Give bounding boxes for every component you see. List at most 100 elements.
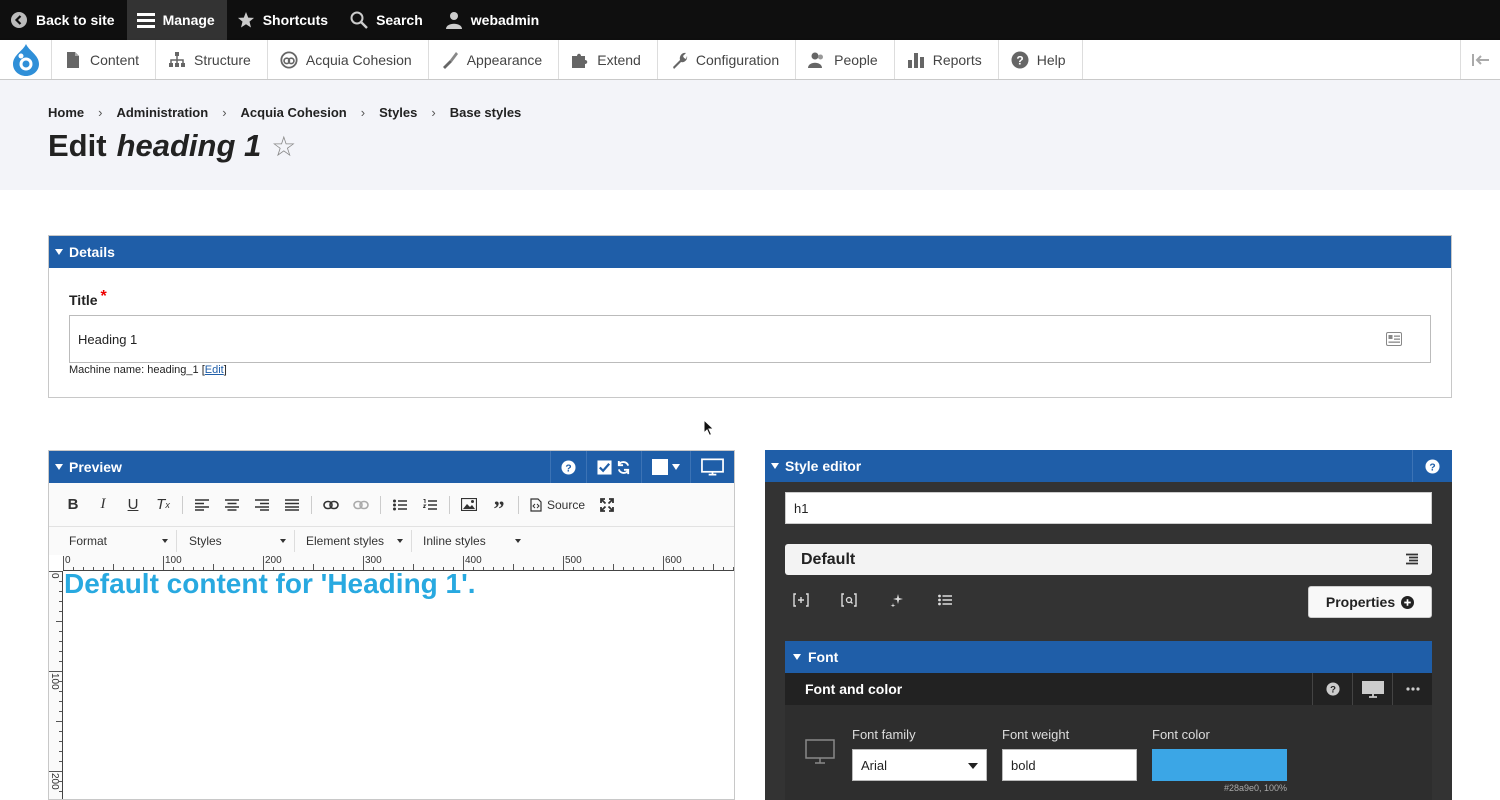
font-and-color-label: Font and color	[805, 681, 903, 697]
image-icon	[461, 498, 477, 511]
font-color-swatch[interactable]	[1152, 749, 1287, 781]
breadcrumb-separator: ›	[98, 105, 103, 120]
style-editor-toggle[interactable]: Style editor ?	[765, 450, 1452, 482]
maximize-button[interactable]	[593, 492, 621, 518]
font-weight-input[interactable]	[1002, 749, 1137, 781]
back-to-site-link[interactable]: Back to site	[0, 0, 127, 40]
ruler-label: 0	[49, 573, 60, 579]
tray-item-structure[interactable]: Structure	[156, 40, 268, 79]
numbered-list-button[interactable]	[416, 492, 444, 518]
bulleted-list-button[interactable]	[386, 492, 414, 518]
page-title: Edit heading 1 ☆	[48, 128, 296, 164]
image-button[interactable]	[455, 492, 483, 518]
contact-card-icon	[1386, 332, 1402, 346]
link-button[interactable]	[317, 492, 345, 518]
wrench-icon	[672, 52, 687, 69]
tray-item-help[interactable]: ? Help	[999, 40, 1083, 79]
preview-device-button[interactable]	[690, 451, 734, 483]
breadcrumb-link[interactable]: Styles	[379, 105, 417, 120]
tray-item-reports[interactable]: Reports	[895, 40, 999, 79]
align-center-button[interactable]	[218, 492, 246, 518]
unlink-button[interactable]	[347, 492, 375, 518]
plus-circle-icon	[1401, 595, 1415, 609]
help-icon: ?	[1011, 51, 1029, 68]
search-tab[interactable]: Search	[340, 0, 435, 40]
title-label-text: Title	[69, 292, 98, 308]
font-device-button[interactable]	[1352, 673, 1392, 705]
format-combo[interactable]: Format	[59, 530, 177, 552]
tray-item-label: Help	[1036, 51, 1066, 68]
search-icon	[350, 11, 368, 29]
maximize-icon	[600, 497, 614, 512]
default-style-label: Default	[801, 550, 856, 568]
inline-styles-combo[interactable]: Inline styles	[413, 530, 529, 552]
blockquote-button[interactable]: ”	[485, 492, 513, 521]
add-modifier-icon[interactable]	[887, 590, 907, 610]
list-view-icon[interactable]	[935, 590, 955, 610]
add-child-icon[interactable]	[791, 590, 811, 610]
element-styles-combo[interactable]: Element styles	[296, 530, 412, 552]
preview-refresh-controls[interactable]	[586, 451, 641, 483]
remove-format-button[interactable]: Tx	[149, 492, 177, 518]
font-section-toggle[interactable]: Font	[785, 641, 1432, 673]
align-left-button[interactable]	[188, 492, 216, 518]
user-icon	[445, 11, 463, 29]
tray-item-configuration[interactable]: Configuration	[658, 40, 797, 79]
favorite-star-icon[interactable]: ☆	[271, 130, 296, 163]
tray-item-acquia-cohesion[interactable]: Acquia Cohesion	[268, 40, 429, 79]
font-more-button[interactable]	[1392, 673, 1432, 705]
title-input[interactable]	[69, 315, 1431, 363]
preview-help-button[interactable]: ?	[550, 451, 586, 483]
tray-item-label: Reports	[932, 51, 982, 68]
tray-collapse-button[interactable]	[1460, 40, 1500, 79]
preview-toggle[interactable]: Preview ?	[49, 451, 734, 483]
unlink-icon	[353, 500, 369, 509]
add-pseudo-icon[interactable]	[839, 590, 859, 610]
breadcrumb-separator: ›	[360, 105, 366, 120]
breadcrumb-link[interactable]: Home	[48, 105, 84, 120]
properties-button[interactable]: Properties	[1308, 586, 1432, 618]
refresh-icon[interactable]	[616, 460, 631, 475]
bold-button[interactable]: B	[59, 492, 87, 518]
tray-item-extend[interactable]: Extend	[559, 40, 658, 79]
ruler-label: 200	[49, 773, 60, 790]
manage-label: Manage	[162, 12, 215, 28]
source-button[interactable]: Source	[524, 498, 591, 512]
puzzle-icon	[572, 53, 588, 68]
details-toggle[interactable]: Details	[49, 236, 1451, 268]
preview-panel: Preview ? B I U Tx ” Source Format Style…	[48, 450, 735, 800]
caret-down-icon	[793, 654, 801, 660]
breadcrumb-link[interactable]: Base styles	[450, 105, 522, 120]
font-help-button[interactable]: ?	[1312, 673, 1352, 705]
machine-name-edit-link[interactable]: Edit	[205, 364, 224, 376]
drupal-drop-icon	[12, 43, 39, 76]
breadcrumb-link[interactable]: Administration	[116, 105, 208, 120]
underline-button[interactable]: U	[119, 492, 147, 518]
selector-input[interactable]	[785, 492, 1432, 524]
font-family-select[interactable]: Arial	[852, 749, 987, 781]
styles-combo[interactable]: Styles	[179, 530, 295, 552]
preview-background-picker[interactable]	[641, 451, 690, 483]
drupal-logo[interactable]	[0, 40, 52, 79]
default-style-bar[interactable]: Default	[785, 544, 1432, 575]
justify-button[interactable]	[278, 492, 306, 518]
checkbox-checked-icon[interactable]	[597, 459, 612, 475]
help-icon: ?	[1425, 458, 1440, 474]
numbered-list-icon	[423, 498, 437, 510]
back-to-site-label: Back to site	[36, 12, 115, 28]
tray-item-appearance[interactable]: Appearance	[429, 40, 560, 79]
manage-tab[interactable]: Manage	[126, 0, 227, 40]
style-editor-help-button[interactable]: ?	[1412, 450, 1452, 482]
breadcrumb-link[interactable]: Acquia Cohesion	[241, 105, 347, 120]
tray-item-content[interactable]: Content	[52, 40, 157, 79]
align-right-button[interactable]	[248, 492, 276, 518]
tray-item-label: Acquia Cohesion	[305, 51, 412, 68]
style-tree-menu-icon[interactable]	[1406, 553, 1418, 565]
preview-heading[interactable]: Default content for 'Heading 1'.	[64, 568, 476, 600]
italic-button[interactable]: I	[89, 492, 117, 518]
align-center-icon	[225, 498, 239, 511]
user-tab[interactable]: webadmin	[435, 0, 551, 40]
shortcuts-tab[interactable]: Shortcuts	[227, 0, 340, 40]
caret-down-icon	[55, 249, 63, 255]
tray-item-people[interactable]: People	[796, 40, 895, 79]
